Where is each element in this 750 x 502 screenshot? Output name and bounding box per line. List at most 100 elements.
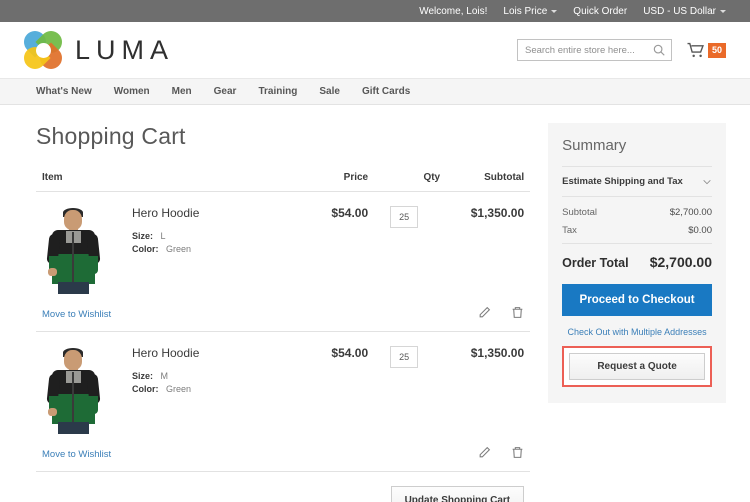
top-utility-bar: Welcome, Lois! Lois Price Quick Order US… [0, 0, 750, 22]
currency-switcher-label: USD - US Dollar [643, 6, 716, 17]
order-total-value: $2,700.00 [650, 254, 712, 270]
trash-icon[interactable] [511, 306, 524, 319]
quick-order-link[interactable]: Quick Order [573, 6, 627, 17]
logo-link[interactable]: LUMA [24, 31, 174, 69]
cart-table-body: Hero Hoodie Size: L Color: Green $54.00 [36, 192, 530, 472]
welcome-message: Welcome, Lois! [419, 6, 487, 17]
summary-subtotal-value: $2,700.00 [670, 207, 712, 218]
option-color-value: Green [166, 244, 191, 254]
cart-footer: Update Shopping Cart [36, 486, 530, 502]
cart-column: Shopping Cart Item Price Qty Subtotal [36, 123, 530, 502]
option-size-value: L [161, 231, 166, 241]
column-header-item: Item [36, 172, 290, 192]
cart-item-count-badge: 50 [708, 43, 726, 58]
column-header-subtotal: Subtotal [440, 172, 530, 192]
option-size-label: Size: [132, 371, 153, 381]
product-qty-cell [368, 332, 440, 435]
currency-switcher[interactable]: USD - US Dollar [643, 6, 726, 17]
product-details-cell: Hero Hoodie Size: M Color: Green [132, 332, 290, 435]
row-action-icons [290, 294, 530, 332]
product-option-size: Size: M [132, 371, 290, 381]
nav-item-gift-cards[interactable]: Gift Cards [362, 86, 410, 97]
checkout-multiple-addresses-link[interactable]: Check Out with Multiple Addresses [562, 327, 712, 337]
order-summary-panel: Summary Estimate Shipping and Tax Subtot… [548, 123, 726, 403]
product-subtotal: $1,350.00 [440, 192, 530, 295]
column-header-price: Price [290, 172, 368, 192]
product-option-color: Color: Green [132, 244, 290, 254]
product-price: $54.00 [290, 332, 368, 435]
site-header: LUMA 50 [0, 22, 750, 79]
table-row: Hero Hoodie Size: L Color: Green $54.00 [36, 192, 530, 295]
product-thumbnail-cell[interactable] [36, 332, 132, 435]
search-box [517, 39, 672, 61]
row-actions-row: Move to Wishlist [36, 434, 530, 472]
trash-icon[interactable] [511, 446, 524, 459]
quantity-input[interactable] [390, 346, 418, 368]
product-qty-cell [368, 192, 440, 295]
estimate-shipping-and-tax-toggle[interactable]: Estimate Shipping and Tax [562, 166, 712, 197]
product-thumbnail-hero-hoodie-icon[interactable] [42, 206, 104, 294]
main-navigation: What's New Women Men Gear Training Sale … [0, 79, 750, 105]
nav-item-sale[interactable]: Sale [319, 86, 340, 97]
nav-item-women[interactable]: Women [114, 86, 150, 97]
row-actions-row: Move to Wishlist [36, 294, 530, 332]
shopping-cart-icon [686, 42, 706, 59]
shopping-cart-page: Welcome, Lois! Lois Price Quick Order US… [0, 0, 750, 502]
page-content: Shopping Cart Item Price Qty Subtotal [0, 105, 750, 502]
option-color-label: Color: [132, 244, 159, 254]
account-menu[interactable]: Lois Price [503, 6, 557, 17]
nav-item-men[interactable]: Men [172, 86, 192, 97]
search-icon[interactable] [652, 43, 666, 57]
cart-table-head: Item Price Qty Subtotal [36, 172, 530, 192]
summary-order-total-row: Order Total $2,700.00 [562, 243, 712, 270]
request-quote-highlight-box: Request a Quote [562, 346, 712, 387]
chevron-down-icon [720, 10, 726, 13]
pencil-icon[interactable] [478, 446, 491, 459]
page-title: Shopping Cart [36, 123, 530, 150]
request-a-quote-button[interactable]: Request a Quote [569, 353, 705, 380]
chevron-down-icon [702, 177, 712, 187]
product-price: $54.00 [290, 192, 368, 295]
summary-title: Summary [562, 137, 712, 154]
product-thumbnail-cell[interactable] [36, 192, 132, 295]
move-to-wishlist-link[interactable]: Move to Wishlist [36, 449, 111, 460]
update-shopping-cart-button[interactable]: Update Shopping Cart [391, 486, 525, 502]
product-thumbnail-hero-hoodie-icon[interactable] [42, 346, 104, 434]
estimate-shipping-label: Estimate Shipping and Tax [562, 176, 683, 187]
option-size-value: M [161, 371, 169, 381]
product-details-cell: Hero Hoodie Size: L Color: Green [132, 192, 290, 295]
product-name-link[interactable]: Hero Hoodie [132, 346, 290, 360]
summary-subtotal-label: Subtotal [562, 207, 597, 218]
summary-tax-value: $0.00 [688, 225, 712, 236]
nav-item-gear[interactable]: Gear [214, 86, 237, 97]
search-input[interactable] [517, 39, 672, 61]
proceed-to-checkout-button[interactable]: Proceed to Checkout [562, 284, 712, 316]
product-option-size: Size: L [132, 231, 290, 241]
luma-flower-logo-icon [24, 31, 62, 69]
cart-items-table: Item Price Qty Subtotal [36, 172, 530, 472]
wishlist-cell: Move to Wishlist [36, 294, 290, 332]
column-header-qty: Qty [368, 172, 440, 192]
order-total-label: Order Total [562, 256, 628, 270]
option-color-label: Color: [132, 384, 159, 394]
summary-column: Summary Estimate Shipping and Tax Subtot… [548, 123, 726, 502]
row-action-icons [290, 434, 530, 472]
move-to-wishlist-link[interactable]: Move to Wishlist [36, 309, 111, 320]
summary-subtotal-row: Subtotal $2,700.00 [562, 207, 712, 218]
chevron-down-icon [551, 10, 557, 13]
nav-item-training[interactable]: Training [258, 86, 297, 97]
product-name-link[interactable]: Hero Hoodie [132, 206, 290, 220]
brand-name: LUMA [75, 35, 174, 66]
option-size-label: Size: [132, 231, 153, 241]
account-menu-label: Lois Price [503, 6, 547, 17]
quantity-input[interactable] [390, 206, 418, 228]
mini-cart[interactable]: 50 [686, 42, 726, 59]
cart-table-header-row: Item Price Qty Subtotal [36, 172, 530, 192]
product-option-color: Color: Green [132, 384, 290, 394]
pencil-icon[interactable] [478, 306, 491, 319]
header-right: 50 [517, 39, 726, 61]
nav-item-whats-new[interactable]: What's New [36, 86, 92, 97]
summary-tax-label: Tax [562, 225, 577, 236]
table-row: Hero Hoodie Size: M Color: Green $54.00 [36, 332, 530, 435]
option-color-value: Green [166, 384, 191, 394]
